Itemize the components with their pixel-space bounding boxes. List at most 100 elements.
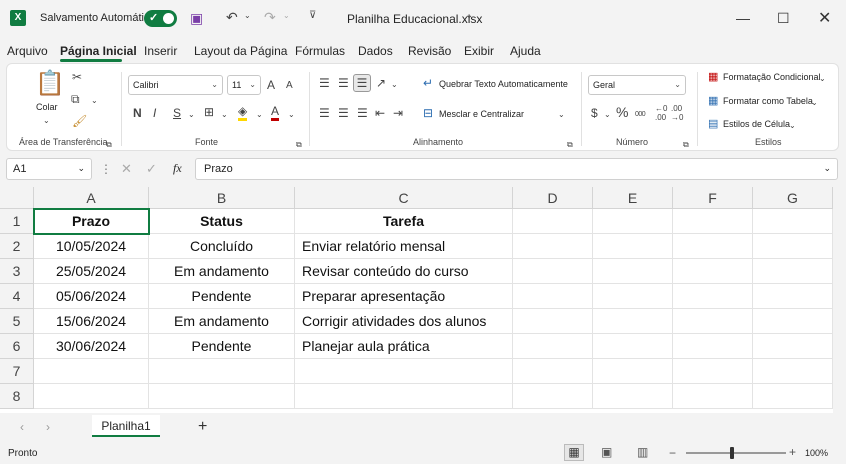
page-break-icon[interactable]: ▥ [637, 445, 648, 459]
column-header-c[interactable]: C [295, 187, 513, 209]
empty-cell[interactable] [513, 209, 593, 234]
cell-prazo[interactable]: 15/06/2024 [34, 309, 149, 334]
font-name-select[interactable]: Calibri ⌄ [128, 75, 223, 95]
chevron-down-icon[interactable]: ⌄ [465, 10, 473, 21]
next-sheet-icon[interactable]: › [46, 420, 50, 434]
column-header-f[interactable]: F [673, 187, 753, 209]
cell-styles-button[interactable]: Estilos de Célula [723, 119, 790, 129]
normal-view-icon[interactable]: ▦ [564, 444, 584, 461]
empty-cell[interactable] [753, 384, 833, 409]
currency-button[interactable]: $ [591, 106, 598, 120]
underline-dropdown-icon[interactable]: ⌄ [188, 108, 195, 122]
row-header-2[interactable]: 2 [0, 234, 34, 259]
align-bottom-icon[interactable]: ☰ [353, 74, 371, 92]
number-format-select[interactable]: Geral ⌄ [588, 75, 686, 95]
copy-icon[interactable]: ⧉ [71, 92, 80, 106]
add-sheet-button[interactable]: + [198, 418, 207, 436]
decrease-decimal-icon[interactable]: .00 →0 [671, 104, 683, 122]
empty-cell[interactable] [513, 284, 593, 309]
minimize-icon[interactable]: — [736, 10, 750, 26]
formula-input[interactable]: Prazo ⌄ [195, 158, 838, 180]
increase-indent-icon[interactable]: ⇥ [393, 106, 403, 120]
empty-cell[interactable] [753, 209, 833, 234]
font-color-icon[interactable]: A [271, 104, 280, 121]
zoom-out-button[interactable]: − [669, 446, 676, 460]
redo-dropdown-icon[interactable]: ⌄ [283, 11, 290, 20]
row-header-4[interactable]: 4 [0, 284, 34, 309]
zoom-in-button[interactable]: + [789, 445, 796, 459]
cell-status[interactable]: Pendente [149, 284, 295, 309]
copy-dropdown-icon[interactable]: ⌄ [91, 94, 98, 108]
format-table-icon[interactable]: ▦ [708, 94, 718, 108]
empty-cell[interactable] [593, 359, 673, 384]
cell-tarefa[interactable]: Preparar apresentação [295, 284, 513, 309]
undo-icon[interactable]: ↶ [226, 9, 238, 26]
cell-status[interactable]: Em andamento [149, 259, 295, 284]
header-cell-status[interactable]: Status [149, 209, 295, 234]
increase-decimal-icon[interactable]: ←0.00 [655, 104, 667, 122]
empty-cell[interactable] [593, 209, 673, 234]
fill-dropdown-icon[interactable]: ⌄ [256, 108, 263, 122]
menu-inserir[interactable]: Inserir [144, 44, 177, 58]
cell-prazo[interactable]: 25/05/2024 [34, 259, 149, 284]
menu-dados[interactable]: Dados [358, 44, 393, 58]
empty-cell[interactable] [513, 234, 593, 259]
empty-cell[interactable] [149, 384, 295, 409]
cell-tarefa[interactable]: Revisar conteúdo do curso [295, 259, 513, 284]
menu-formulas[interactable]: Fórmulas [295, 44, 345, 58]
underline-button[interactable]: S [173, 106, 181, 120]
borders-icon[interactable]: ⊞ [204, 105, 214, 119]
close-icon[interactable]: ✕ [818, 8, 831, 28]
cell-status[interactable]: Em andamento [149, 309, 295, 334]
empty-cell[interactable] [593, 384, 673, 409]
enter-icon[interactable]: ✓ [146, 161, 157, 177]
empty-cell[interactable] [673, 284, 753, 309]
empty-cell[interactable] [673, 334, 753, 359]
menu-exibir[interactable]: Exibir [464, 44, 494, 58]
cell-tarefa[interactable]: Enviar relatório mensal [295, 234, 513, 259]
sheet-tab-planilha1[interactable]: Planilha1 [92, 415, 160, 437]
align-center-icon[interactable]: ☰ [338, 106, 349, 120]
save-icon[interactable]: ▣ [190, 10, 203, 27]
file-title[interactable]: Planilha Educacional.xlsx [347, 12, 482, 26]
column-header-a[interactable]: A [34, 187, 149, 209]
menu-arquivo[interactable]: Arquivo [7, 44, 48, 58]
empty-cell[interactable] [673, 209, 753, 234]
merge-center-button[interactable]: Mesclar e Centralizar [439, 109, 524, 119]
align-top-icon[interactable]: ☰ [319, 76, 330, 90]
cell-tarefa[interactable]: Corrigir atividades dos alunos [295, 309, 513, 334]
cell-status[interactable]: Concluído [149, 234, 295, 259]
column-header-e[interactable]: E [593, 187, 673, 209]
more-options-icon[interactable]: ⋮ [100, 162, 112, 176]
empty-cell[interactable] [753, 259, 833, 284]
column-header-d[interactable]: D [513, 187, 593, 209]
number-launcher-icon[interactable]: ⧉ [683, 138, 689, 152]
cut-icon[interactable]: ✂ [72, 70, 82, 84]
menu-layout[interactable]: Layout da Página [194, 44, 287, 58]
cell-styles-dropdown-icon[interactable]: ⌄ [789, 119, 796, 133]
zoom-level[interactable]: 100% [805, 448, 828, 458]
undo-dropdown-icon[interactable]: ⌄ [244, 11, 251, 20]
empty-cell[interactable] [513, 334, 593, 359]
cell-status[interactable]: Pendente [149, 334, 295, 359]
align-left-icon[interactable]: ☰ [319, 106, 330, 120]
format-painter-icon[interactable]: 🖌 [72, 114, 87, 128]
row-header-3[interactable]: 3 [0, 259, 34, 284]
percent-button[interactable]: % [616, 105, 628, 119]
orientation-dropdown-icon[interactable]: ⌄ [391, 78, 398, 92]
font-size-select[interactable]: 11 ⌄ [227, 75, 261, 95]
alignment-launcher-icon[interactable]: ⧉ [567, 138, 573, 152]
empty-cell[interactable] [673, 384, 753, 409]
customize-icon[interactable]: ⊽ [309, 10, 316, 21]
merge-icon[interactable]: ⊟ [423, 106, 433, 120]
cell-prazo[interactable]: 30/06/2024 [34, 334, 149, 359]
empty-cell[interactable] [753, 359, 833, 384]
header-cell-prazo[interactable]: Prazo [34, 209, 149, 234]
maximize-icon[interactable]: ☐ [777, 10, 790, 27]
conditional-format-button[interactable]: Formatação Condicional [723, 72, 821, 82]
empty-cell[interactable] [673, 359, 753, 384]
menu-revisao[interactable]: Revisão [408, 44, 451, 58]
paste-icon[interactable]: 📋 [35, 70, 65, 98]
align-right-icon[interactable]: ☰ [357, 106, 368, 120]
empty-cell[interactable] [753, 284, 833, 309]
